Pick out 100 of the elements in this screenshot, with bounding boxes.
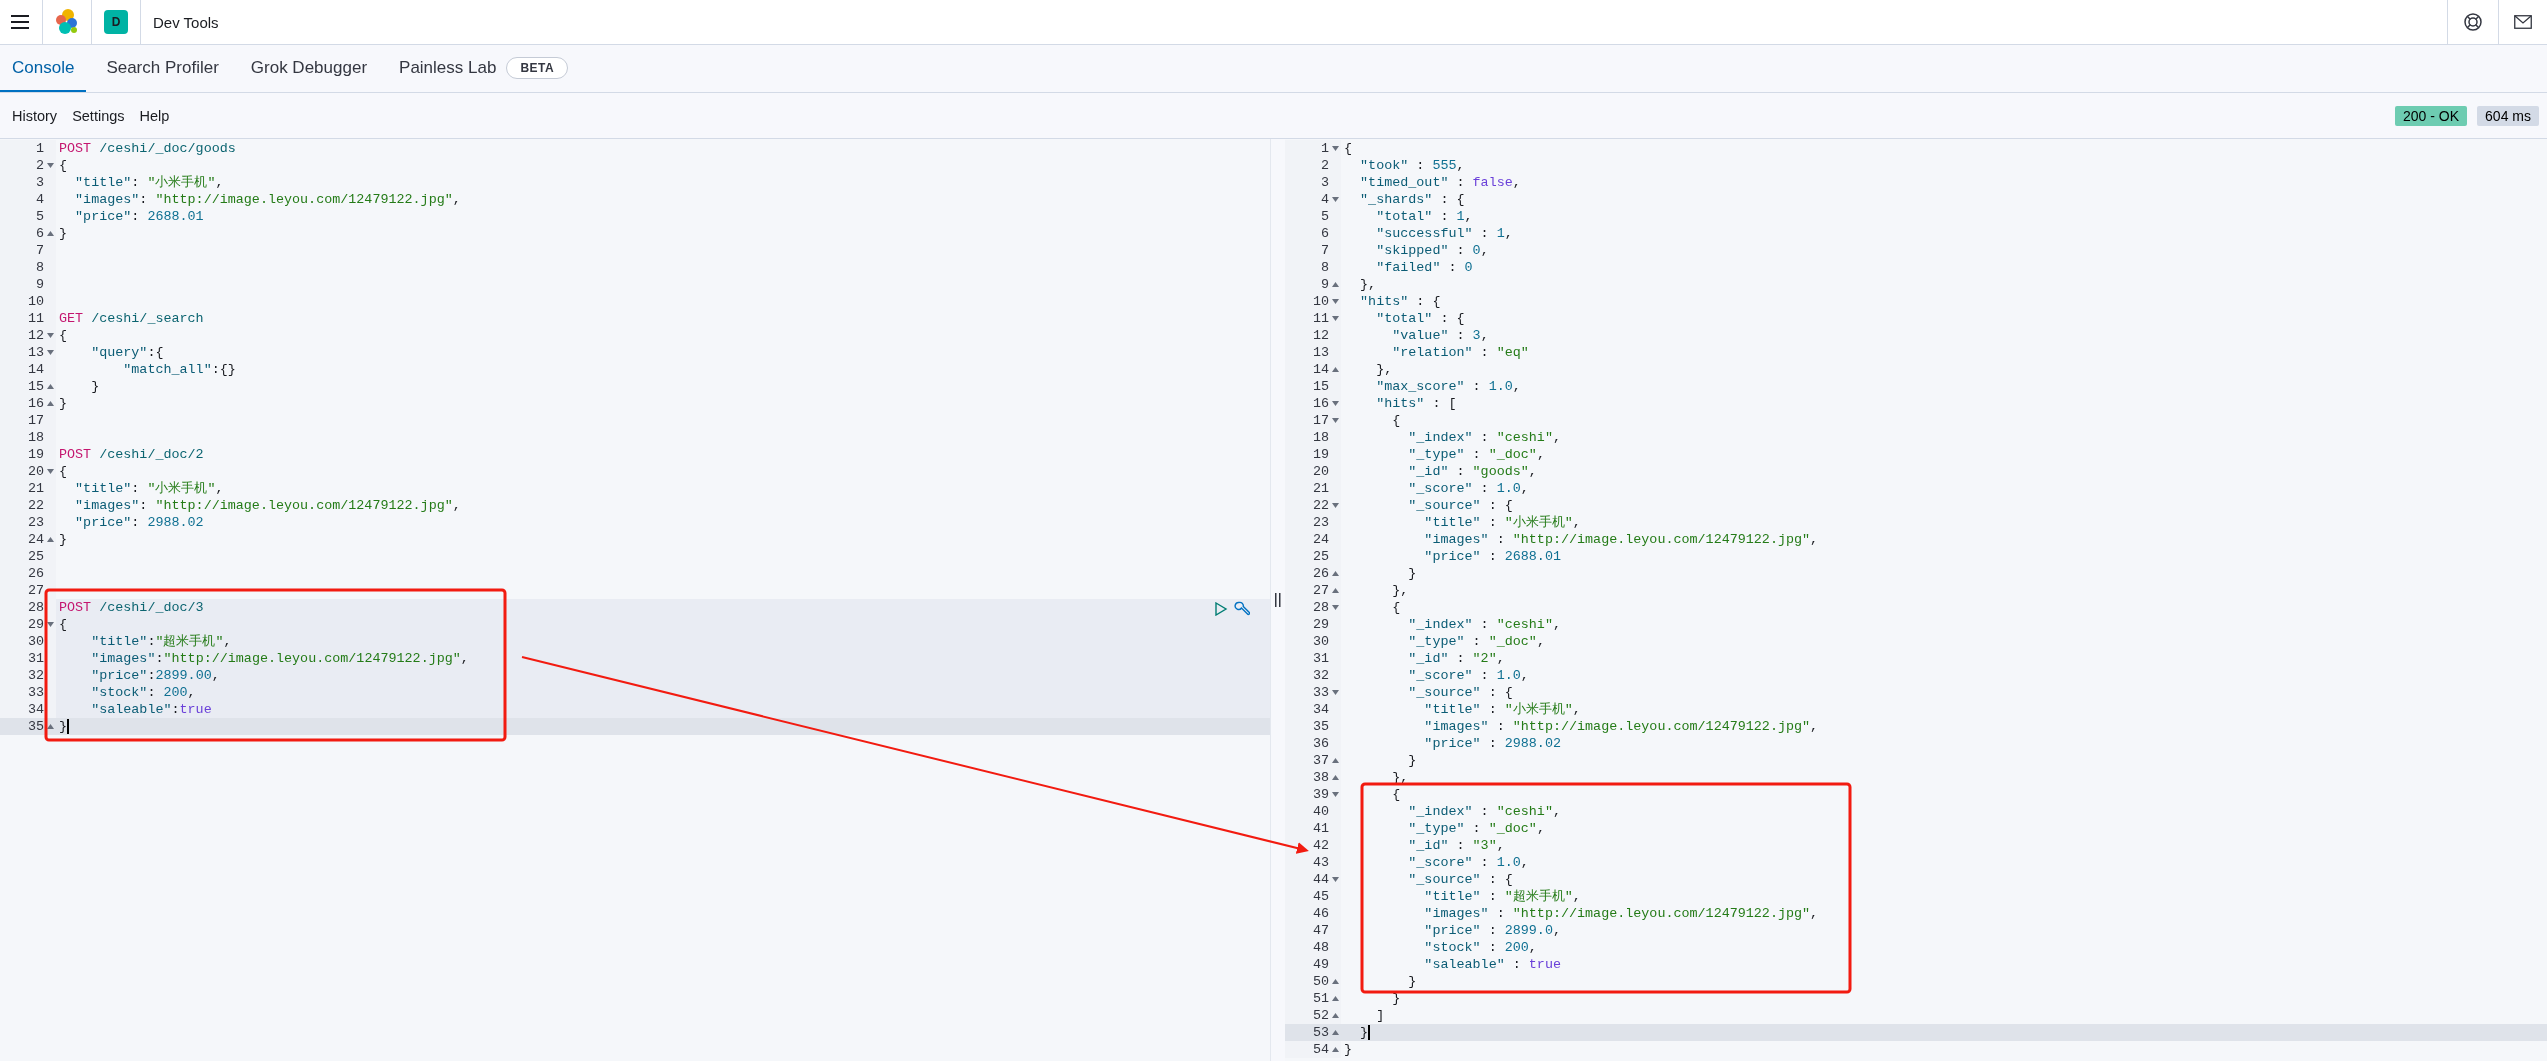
code-line: "price": 2688.01: [74, 208, 204, 225]
caret-up-icon[interactable]: [46, 231, 55, 236]
caret-up-icon[interactable]: [1331, 979, 1340, 984]
line-number: 19: [27, 446, 44, 463]
code-line: }: [1344, 1041, 1353, 1058]
code-line: "match_all":{}: [122, 361, 236, 378]
caret-down-icon[interactable]: [1331, 690, 1340, 695]
menu-icon[interactable]: [11, 15, 29, 29]
line-number: 32: [27, 667, 44, 684]
line-number: 23: [27, 514, 44, 531]
caret-down-icon[interactable]: [46, 350, 55, 355]
caret-up-icon[interactable]: [1331, 282, 1340, 287]
caret-up-icon[interactable]: [1331, 1030, 1340, 1035]
line-number: 36: [1312, 735, 1329, 752]
menu-link[interactable]: Settings: [72, 107, 125, 124]
resize-handle-icon[interactable]: [1275, 593, 1281, 607]
caret-down-icon[interactable]: [1331, 503, 1340, 508]
code-line: "_index" : "ceshi",: [1407, 616, 1561, 633]
caret-up-icon[interactable]: [1331, 571, 1340, 576]
tab[interactable]: Grok Debugger: [238, 45, 380, 92]
caret-down-icon[interactable]: [1331, 792, 1340, 797]
line-number: 13: [1312, 344, 1329, 361]
help-icon[interactable]: [2463, 12, 2483, 32]
line-number: 49: [1312, 956, 1329, 973]
line-number: 48: [1312, 939, 1329, 956]
caret-down-icon[interactable]: [1331, 197, 1340, 202]
line-number: 4: [35, 191, 44, 208]
menu-link[interactable]: History: [12, 107, 58, 124]
code-line: {: [59, 616, 68, 633]
line-number: 17: [27, 412, 44, 429]
line-number: 21: [1312, 480, 1329, 497]
code-line: "_type" : "_doc",: [1407, 633, 1545, 650]
line-number: 11: [27, 310, 44, 327]
line-number: 1: [1320, 140, 1329, 157]
line-number: 52: [1312, 1007, 1329, 1024]
caret-up-icon[interactable]: [46, 401, 55, 406]
line-number: 18: [1312, 429, 1329, 446]
caret-down-icon[interactable]: [46, 163, 55, 168]
line-number: 34: [1312, 701, 1329, 718]
caret-up-icon[interactable]: [46, 537, 55, 542]
code-line: {: [59, 157, 68, 174]
caret-down-icon[interactable]: [1331, 877, 1340, 882]
line-number: 10: [27, 293, 44, 310]
code-line: "title" : "超米手机",: [1423, 888, 1581, 905]
code-line: }: [1407, 565, 1417, 582]
caret-up-icon[interactable]: [1331, 996, 1340, 1001]
code-line: "_score" : 1.0,: [1407, 667, 1529, 684]
line-number: 8: [1320, 259, 1329, 276]
code-line: }: [1391, 990, 1401, 1007]
line-number: 12: [27, 327, 44, 344]
line-number: 6: [1320, 225, 1329, 242]
caret-down-icon[interactable]: [1331, 418, 1340, 423]
code-line: }: [59, 395, 68, 412]
code-line: "price" : 2688.01: [1423, 548, 1561, 565]
line-number: 30: [1312, 633, 1329, 650]
caret-up-icon[interactable]: [1331, 758, 1340, 763]
line-number: 20: [27, 463, 44, 480]
line-number: 38: [1312, 769, 1329, 786]
line-number: 8: [35, 259, 44, 276]
caret-down-icon[interactable]: [1331, 299, 1340, 304]
menu-link[interactable]: Help: [139, 107, 170, 124]
code-line: "relation" : "eq": [1391, 344, 1529, 361]
code-line: }: [90, 378, 100, 395]
line-number: 14: [27, 361, 44, 378]
line-number: 7: [1320, 242, 1329, 259]
caret-down-icon[interactable]: [1331, 316, 1340, 321]
tab[interactable]: Painless Lab BETA: [387, 45, 581, 92]
caret-up-icon[interactable]: [1331, 367, 1340, 372]
line-number: 1: [35, 140, 44, 157]
caret-down-icon[interactable]: [1331, 401, 1340, 406]
code-line: "successful" : 1,: [1375, 225, 1513, 242]
caret-down-icon[interactable]: [46, 469, 55, 474]
code-line: "images": "http://image.leyou.com/12479122.jpg",: [74, 497, 461, 514]
caret-up-icon[interactable]: [46, 384, 55, 389]
caret-up-icon[interactable]: [1331, 588, 1340, 593]
code-line: }: [59, 531, 68, 548]
caret-up-icon[interactable]: [1331, 775, 1340, 780]
caret-up-icon[interactable]: [1331, 1013, 1340, 1018]
caret-down-icon[interactable]: [46, 622, 55, 627]
space-avatar[interactable]: D: [104, 10, 128, 34]
play-icon[interactable]: [1214, 602, 1228, 616]
line-number: 46: [1312, 905, 1329, 922]
caret-down-icon[interactable]: [1331, 605, 1340, 610]
wrench-icon[interactable]: [1234, 601, 1250, 617]
caret-up-icon[interactable]: [1331, 1047, 1340, 1052]
code-line: "_score" : 1.0,: [1407, 854, 1529, 871]
caret-down-icon[interactable]: [1331, 146, 1340, 151]
code-line: {: [1344, 140, 1353, 157]
line-number: 29: [27, 616, 44, 633]
line-number: 9: [1320, 276, 1329, 293]
code-line: "total" : {: [1375, 310, 1465, 327]
caret-up-icon[interactable]: [46, 724, 55, 729]
line-number: 3: [1320, 174, 1329, 191]
logo-icon[interactable]: [55, 9, 79, 35]
code-line: "_id" : "3",: [1407, 837, 1505, 854]
caret-down-icon[interactable]: [46, 333, 55, 338]
line-number: 27: [27, 582, 44, 599]
code-line: },: [1359, 276, 1377, 293]
mail-icon[interactable]: [2514, 15, 2532, 29]
tab[interactable]: Search Profiler: [94, 45, 231, 92]
